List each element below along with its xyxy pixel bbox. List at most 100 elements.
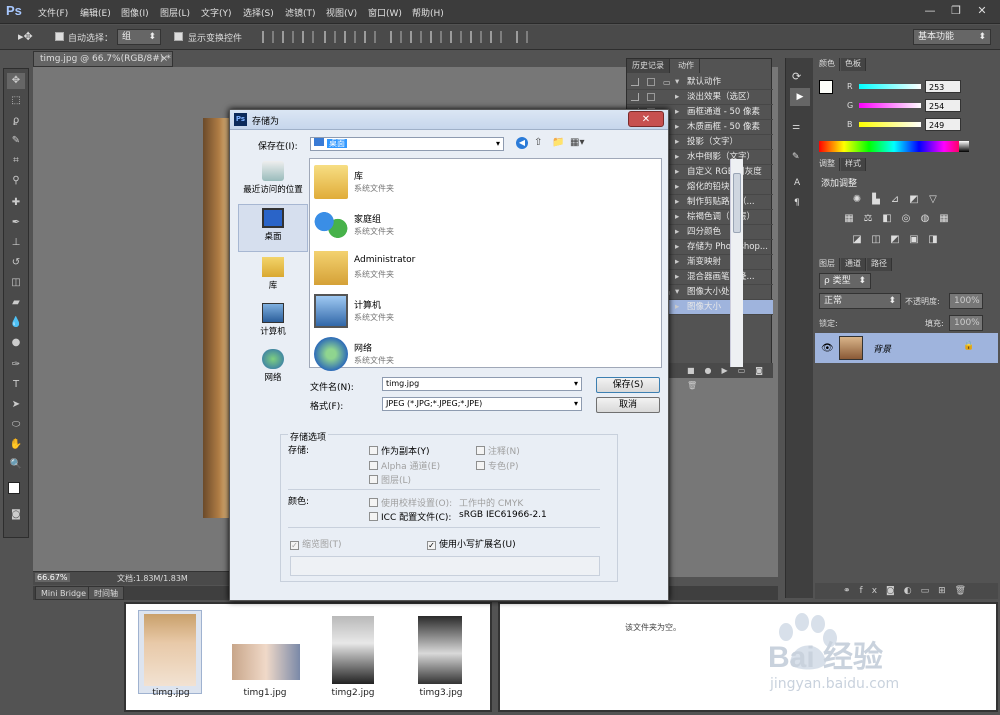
action-item[interactable]: ▸ 淡出效果（选区）	[627, 90, 773, 105]
align-right-icon[interactable]	[364, 31, 376, 43]
list-item[interactable]: 家庭组 系统文件夹	[314, 204, 634, 246]
lookup-icon[interactable]: ▦	[938, 213, 950, 224]
opt-as-copy[interactable]: 作为副本(Y)	[369, 444, 430, 457]
menu-layer[interactable]: 图层(L)	[160, 6, 190, 19]
foreground-color-swatch[interactable]	[8, 482, 20, 494]
channel-r-slider[interactable]	[859, 84, 921, 89]
menu-window[interactable]: 窗口(W)	[368, 6, 402, 19]
adjust-icon[interactable]: ⚌	[792, 122, 800, 132]
menu-file[interactable]: 文件(F)	[38, 6, 68, 19]
exposure-icon[interactable]: ◩	[908, 194, 920, 205]
marquee-tool-icon[interactable]: ⬚	[7, 93, 25, 109]
thumbnail-image[interactable]	[232, 644, 300, 680]
thumbnail-label[interactable]: timg1.jpg	[230, 688, 300, 698]
opt-lower-ext[interactable]: ✓ 使用小写扩展名(U)	[427, 537, 516, 550]
dialog-titlebar[interactable]: Ps 存储为 ✕	[230, 110, 668, 130]
distribute-vcenter-icon[interactable]	[410, 31, 422, 43]
character-icon[interactable]: A	[794, 178, 800, 188]
format-dropdown[interactable]: JPEG (*.JPG;*.JPEG;*.JPE) ▾	[382, 397, 582, 411]
expand-right-icon[interactable]: ▸	[675, 150, 679, 164]
quick-select-tool-icon[interactable]: ✎	[7, 133, 25, 149]
opt-notes[interactable]: 注释(N)	[476, 444, 520, 457]
save-in-dropdown[interactable]: 桌面 ▾	[310, 137, 504, 151]
list-item[interactable]: 计算机 系统文件夹	[314, 290, 634, 332]
align-top-icon[interactable]	[262, 31, 274, 43]
brush-tool-icon[interactable]: ✒	[7, 215, 25, 231]
brush-preset-icon[interactable]: ✎	[792, 152, 800, 162]
menu-type[interactable]: 文字(Y)	[201, 6, 232, 19]
opt-thumbnail[interactable]: ✓ 缩览图(T)	[290, 537, 342, 550]
expand-right-icon[interactable]: ▸	[675, 135, 679, 149]
action-check-icon[interactable]	[631, 78, 639, 86]
thumbnail-label[interactable]: timg.jpg	[136, 688, 206, 698]
thumbnail-label[interactable]: timg3.jpg	[406, 688, 476, 698]
action-item[interactable]: ▭ ▾ 默认动作	[627, 75, 773, 90]
history-panel-icon[interactable]: ⟳	[792, 70, 801, 83]
expand-right-icon[interactable]: ▸	[675, 210, 679, 224]
history-brush-icon[interactable]: ↺	[7, 255, 25, 271]
document-close-icon[interactable]: ×	[160, 52, 168, 66]
layer-footer-icons[interactable]: ⚭fx◙◐▭⊞🗑	[815, 583, 998, 599]
tab-actions[interactable]: 动作	[673, 59, 700, 73]
auto-select-dropdown[interactable]: 组 ⬍	[117, 29, 161, 45]
crop-tool-icon[interactable]: ⌗	[7, 153, 25, 169]
fill-input[interactable]: 100%	[949, 315, 983, 331]
paragraph-icon[interactable]: ¶	[794, 198, 800, 208]
layer-filter-dropdown[interactable]: ρ 类型 ⬍	[819, 273, 871, 289]
align-vcenter-icon[interactable]	[282, 31, 294, 43]
levels-icon[interactable]: ▙	[870, 194, 882, 205]
align-bottom-icon[interactable]	[302, 31, 314, 43]
lasso-tool-icon[interactable]: ϼ	[7, 113, 25, 129]
view-menu-icon[interactable]: ▦▾	[570, 137, 584, 148]
opt-alpha[interactable]: Alpha 通道(E)	[369, 459, 440, 472]
gradient-map-icon[interactable]: ◨	[927, 234, 939, 245]
document-tab[interactable]: timg.jpg @ 66.7%(RGB/8#) * ×	[33, 51, 173, 67]
pen-tool-icon[interactable]: ✑	[7, 357, 25, 373]
auto-align-icon[interactable]	[516, 31, 528, 43]
threshold-icon[interactable]: ◩	[889, 234, 901, 245]
tab-swatches[interactable]: 色板	[841, 58, 866, 71]
balance-icon[interactable]: ⚖	[862, 213, 874, 224]
fg-color-swatch[interactable]	[819, 80, 833, 94]
expand-right-icon[interactable]: ▸	[675, 165, 679, 179]
expand-right-icon[interactable]: ▸	[675, 120, 679, 134]
place-recent[interactable]: 最近访问的位置	[238, 158, 308, 206]
tab-styles[interactable]: 样式	[841, 158, 866, 171]
curves-icon[interactable]: ⊿	[889, 194, 901, 205]
zoom-level[interactable]: 66.67%	[35, 573, 70, 582]
file-list[interactable]: 库 系统文件夹 家庭组 系统文件夹 Administrator 系统文件夹 计算…	[309, 158, 743, 371]
layer-name[interactable]: 背景	[873, 342, 891, 355]
expand-right-icon[interactable]: ▸	[675, 270, 679, 284]
new-folder-icon[interactable]: 📁	[552, 137, 564, 148]
eyedropper-tool-icon[interactable]: ⚲	[7, 173, 25, 189]
gradient-tool-icon[interactable]: ▰	[7, 295, 25, 311]
invert-icon[interactable]: ◪	[851, 234, 863, 245]
thumbnail-image[interactable]	[144, 614, 196, 686]
vibrance-icon[interactable]: ▽	[927, 194, 939, 205]
quick-mask-icon[interactable]: ◙	[7, 507, 25, 523]
align-left-icon[interactable]	[324, 31, 336, 43]
place-network[interactable]: 网络	[238, 346, 308, 394]
dialog-close-button[interactable]: ✕	[628, 111, 664, 127]
distribute-top-icon[interactable]	[390, 31, 402, 43]
expand-right-icon[interactable]: ▸	[675, 225, 679, 239]
minimize-icon[interactable]: —	[918, 2, 942, 20]
menu-view[interactable]: 视图(V)	[326, 6, 357, 19]
selective-color-icon[interactable]: ▣	[908, 234, 920, 245]
thumbnail-image[interactable]	[418, 616, 462, 684]
restore-icon[interactable]: ❐	[944, 2, 968, 20]
expand-right-icon[interactable]: ▸	[675, 195, 679, 209]
layer-row-background[interactable]: 👁 背景 🔒	[815, 333, 998, 363]
photo-filter-icon[interactable]: ◎	[900, 213, 912, 224]
expand-right-icon[interactable]: ▸	[675, 255, 679, 269]
hue-icon[interactable]: ▦	[843, 213, 855, 224]
type-tool-icon[interactable]: T	[7, 377, 25, 393]
tab-layers[interactable]: 图层	[815, 258, 840, 271]
color-spectrum[interactable]	[819, 141, 969, 152]
menu-image[interactable]: 图像(I)	[121, 6, 149, 19]
save-button[interactable]: 保存(S)	[596, 377, 660, 393]
menu-help[interactable]: 帮助(H)	[412, 6, 444, 19]
opt-spot[interactable]: 专色(P)	[476, 459, 518, 472]
opacity-input[interactable]: 100%	[949, 293, 983, 309]
place-computer[interactable]: 计算机	[238, 300, 308, 348]
